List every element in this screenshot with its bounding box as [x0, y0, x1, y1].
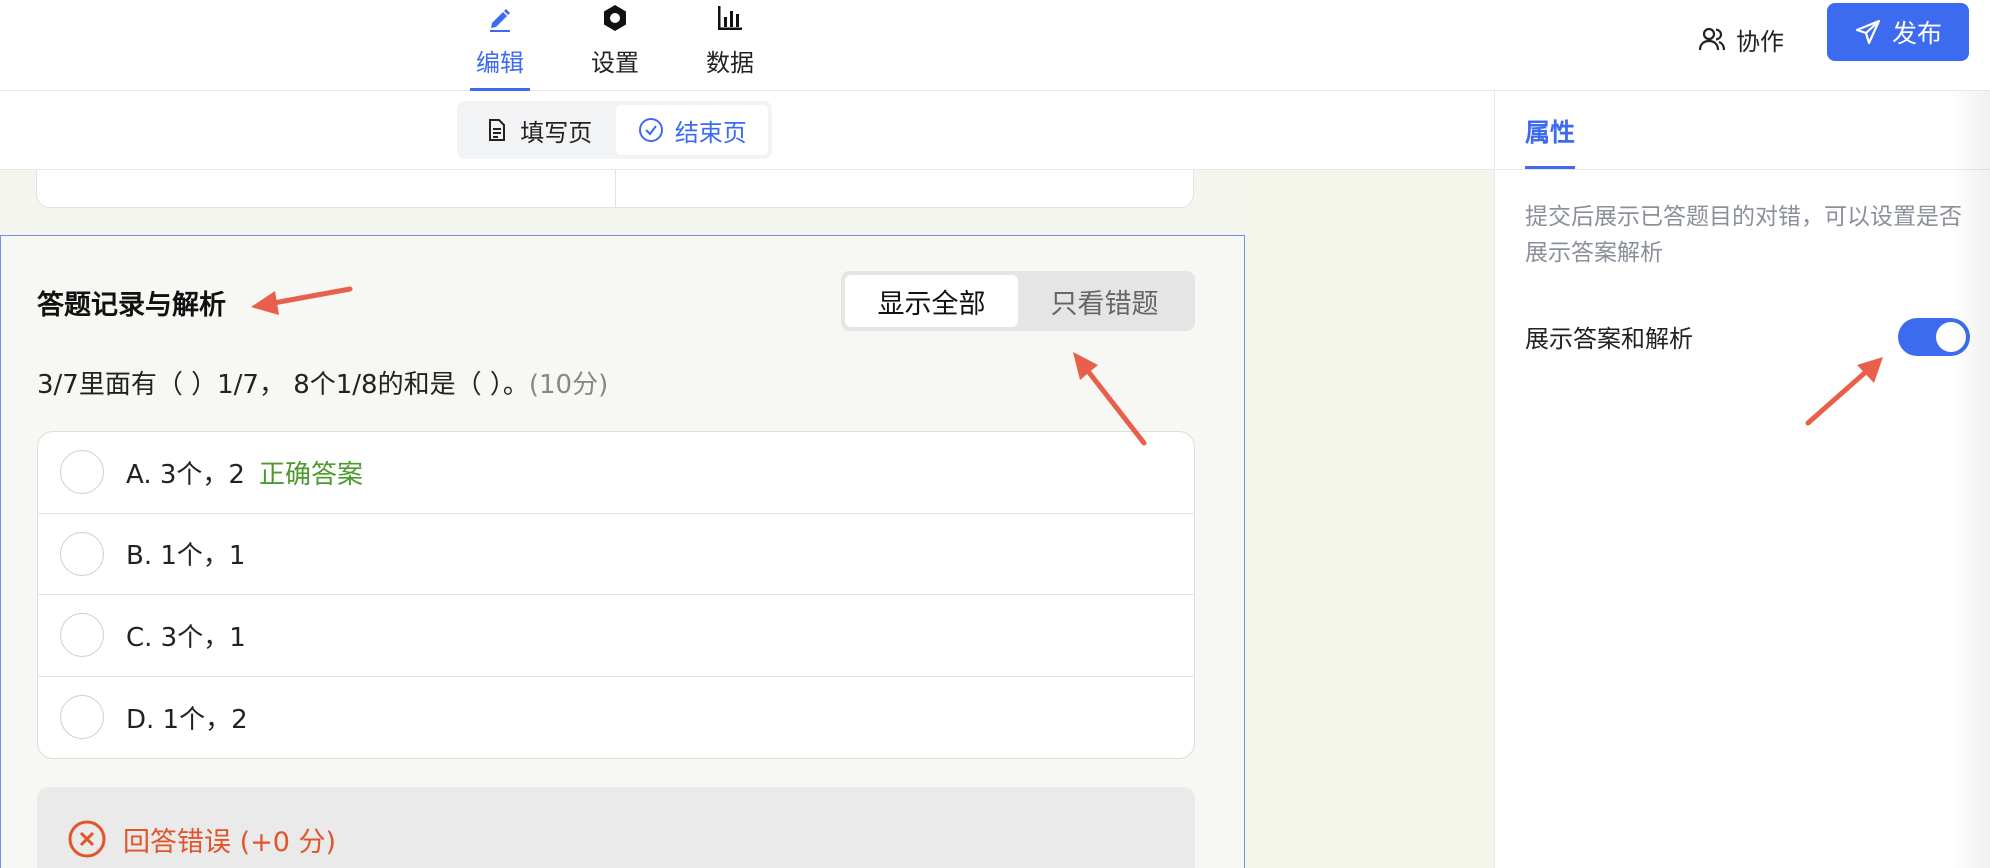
- answer-result-label: 回答错误 (+0 分): [123, 826, 337, 858]
- tab-edit[interactable]: 编辑: [470, 0, 530, 91]
- section-title: 答题记录与解析: [37, 290, 226, 321]
- top-bar: 编辑 设置 数据 协作 发布: [0, 0, 1990, 91]
- previous-block-card: [36, 170, 1194, 208]
- option-d[interactable]: D. 1个，2: [38, 677, 1194, 759]
- check-circle-icon: [638, 118, 663, 142]
- wrong-only-button[interactable]: 只看错题: [1018, 275, 1191, 327]
- tab-edit-label: 编辑: [476, 49, 524, 77]
- panel-description: 提交后展示已答题目的对错，可以设置是否展示答案解析: [1525, 204, 1962, 266]
- option-a[interactable]: A. 3个，2 正确答案: [38, 432, 1194, 514]
- document-icon: [489, 119, 506, 141]
- answer-result: 回答错误 (+0 分): [67, 819, 336, 859]
- properties-panel: 属性 提交后展示已答题目的对错，可以设置是否展示答案解析 展示答案和解析: [1494, 91, 1990, 868]
- option-b[interactable]: B. 1个，1: [38, 514, 1194, 595]
- question-score: (10分): [528, 370, 609, 400]
- answer-result-box: 回答错误 (+0 分): [37, 787, 1195, 868]
- show-all-button[interactable]: 显示全部: [845, 275, 1018, 327]
- tab-properties[interactable]: 属性: [1525, 113, 1575, 149]
- answer-record-section[interactable]: 答题记录与解析 显示全部 只看错题 3/7里面有（ ）1/7， 8个1/8的和是…: [0, 235, 1245, 868]
- collaborate-label: 协作: [1736, 27, 1784, 56]
- card-divider: [615, 170, 616, 207]
- correct-answer-tag: 正确答案: [258, 459, 363, 490]
- users-icon: [1698, 27, 1726, 51]
- error-circle-icon: [68, 820, 106, 858]
- radio-icon: [60, 450, 104, 495]
- end-page-button[interactable]: 结束页: [615, 105, 768, 155]
- option-label: C. 3个，1: [126, 622, 246, 653]
- option-c[interactable]: C. 3个，1: [38, 595, 1194, 677]
- fill-page-button[interactable]: 填写页: [461, 105, 616, 155]
- publish-label: 发布: [1891, 19, 1942, 48]
- option-label: B. 1个，1: [126, 541, 246, 572]
- radio-icon: [60, 695, 104, 740]
- pencil-icon: [490, 9, 510, 32]
- collaborate-button[interactable]: 协作: [1698, 14, 1784, 64]
- show-answer-setting-label: 展示答案和解析: [1525, 325, 1693, 353]
- question-stem: 3/7里面有（ ）1/7， 8个1/8的和是（ ）。: [37, 370, 529, 400]
- canvas-background: [1245, 170, 1494, 868]
- publish-button[interactable]: 发布: [1827, 3, 1969, 61]
- option-list: A. 3个，2 正确答案 B. 1个，1 C. 3个，1 D. 1个，2: [37, 431, 1195, 759]
- page-toggle: 填写页 结束页: [457, 101, 772, 159]
- tab-data-label: 数据: [706, 49, 754, 77]
- tab-settings[interactable]: 设置: [588, 0, 642, 91]
- panel-header: 属性: [1495, 91, 1990, 170]
- radio-icon: [60, 613, 104, 658]
- end-page-label: 结束页: [674, 118, 747, 147]
- editor-canvas: 答题记录与解析 显示全部 只看错题 3/7里面有（ ）1/7， 8个1/8的和是…: [0, 170, 1494, 868]
- panel-edge-shadow: [1950, 91, 1990, 868]
- fill-page-label: 填写页: [520, 118, 593, 147]
- option-label: A. 3个，2: [126, 459, 245, 490]
- question-text: 3/7里面有（ ）1/7， 8个1/8的和是（ ）。(10分): [37, 364, 608, 401]
- answer-filter-toggle: 显示全部 只看错题: [841, 271, 1195, 331]
- page-switch-bar: 填写页 结束页: [0, 91, 1494, 170]
- tab-data[interactable]: 数据: [703, 0, 757, 91]
- radio-icon: [60, 531, 104, 576]
- option-label: D. 1个，2: [126, 704, 248, 735]
- tab-settings-label: 设置: [591, 49, 639, 77]
- properties-tab-underline: [1525, 166, 1575, 169]
- bar-chart-icon: [718, 6, 742, 30]
- hexagon-settings-icon: [604, 5, 626, 31]
- send-icon: [1855, 19, 1881, 45]
